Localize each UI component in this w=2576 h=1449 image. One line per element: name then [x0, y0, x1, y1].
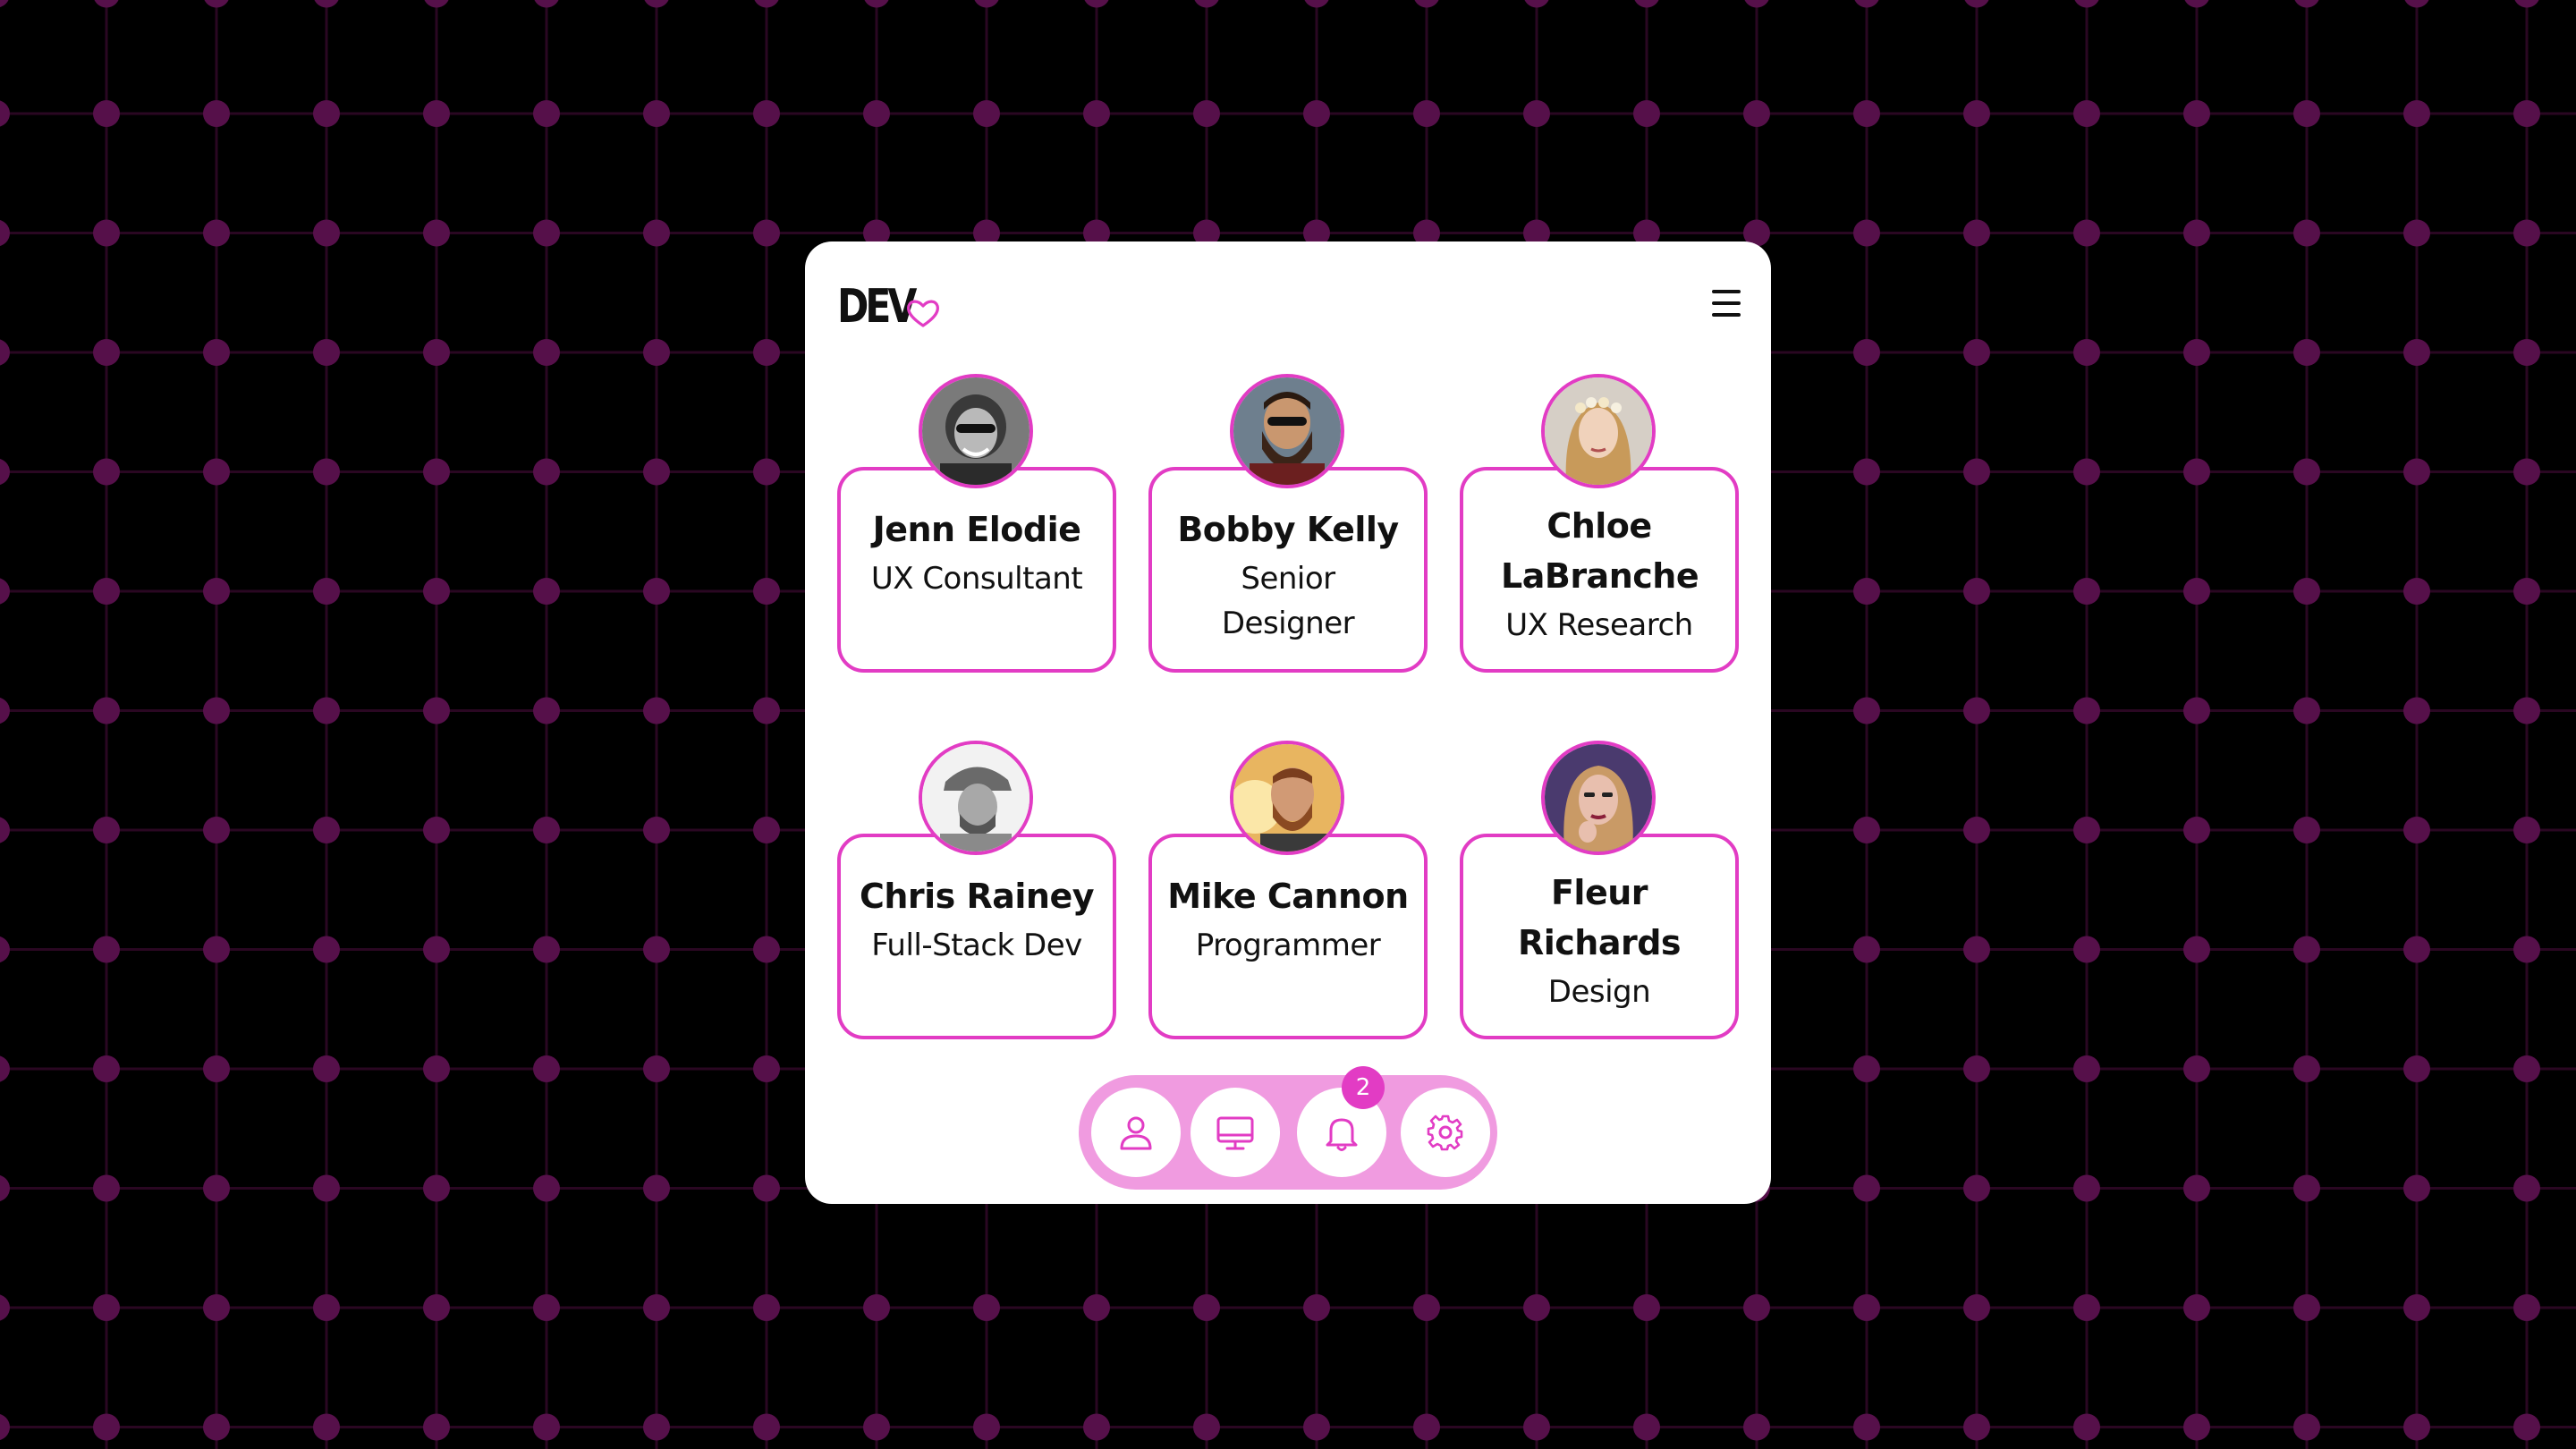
hamburger-menu-icon[interactable] [1708, 288, 1744, 320]
heart-icon [907, 300, 939, 327]
nav-button-desktop[interactable] [1191, 1088, 1280, 1177]
profile-card[interactable]: Jenn Elodie UX Consultant [837, 374, 1116, 673]
avatar [919, 374, 1033, 488]
profile-card[interactable]: Chris Rainey Full-Stack Dev [837, 741, 1116, 1039]
avatar [1541, 741, 1656, 855]
avatar [1230, 741, 1344, 855]
team-card-window: DEV Jenn Elodie UX Consultant Bobby Kell… [805, 242, 1771, 1204]
nav-button-settings[interactable] [1401, 1088, 1490, 1177]
user-icon [1120, 1116, 1152, 1150]
avatar [1230, 374, 1344, 488]
profile-card[interactable]: Mike Cannon Programmer [1148, 741, 1428, 1039]
profile-role: Senior Designer [1221, 561, 1355, 641]
avatar [1541, 374, 1656, 488]
monitor-icon [1216, 1116, 1254, 1150]
bottom-nav [1079, 1075, 1497, 1190]
profile-name: Jenn Elodie [872, 510, 1081, 549]
gear-icon [1427, 1114, 1463, 1151]
profile-role: UX Consultant [870, 561, 1083, 597]
notification-badge: 2 [1342, 1066, 1385, 1109]
profile-name: Bobby Kelly [1177, 510, 1399, 549]
dev-logo[interactable]: DEV [837, 275, 939, 338]
nav-button-profile[interactable] [1091, 1088, 1181, 1177]
profile-card[interactable]: Chloe LaBranche UX Research [1460, 374, 1739, 673]
profile-name: Fleur Richards [1517, 873, 1682, 962]
profile-card[interactable]: Bobby Kelly Senior Designer [1148, 374, 1428, 673]
profile-role: Design [1547, 974, 1651, 1010]
profile-role: Full-Stack Dev [871, 928, 1082, 963]
profile-card[interactable]: Fleur Richards Design [1460, 741, 1739, 1039]
avatar [919, 741, 1033, 855]
bell-icon [1326, 1118, 1358, 1151]
profile-role: UX Research [1505, 607, 1693, 643]
profile-role: Programmer [1195, 928, 1381, 963]
profile-name: Mike Cannon [1167, 877, 1409, 916]
profile-name: Chloe LaBranche [1501, 506, 1699, 596]
profile-name: Chris Rainey [859, 877, 1095, 916]
logo-text: DEV [837, 280, 917, 334]
